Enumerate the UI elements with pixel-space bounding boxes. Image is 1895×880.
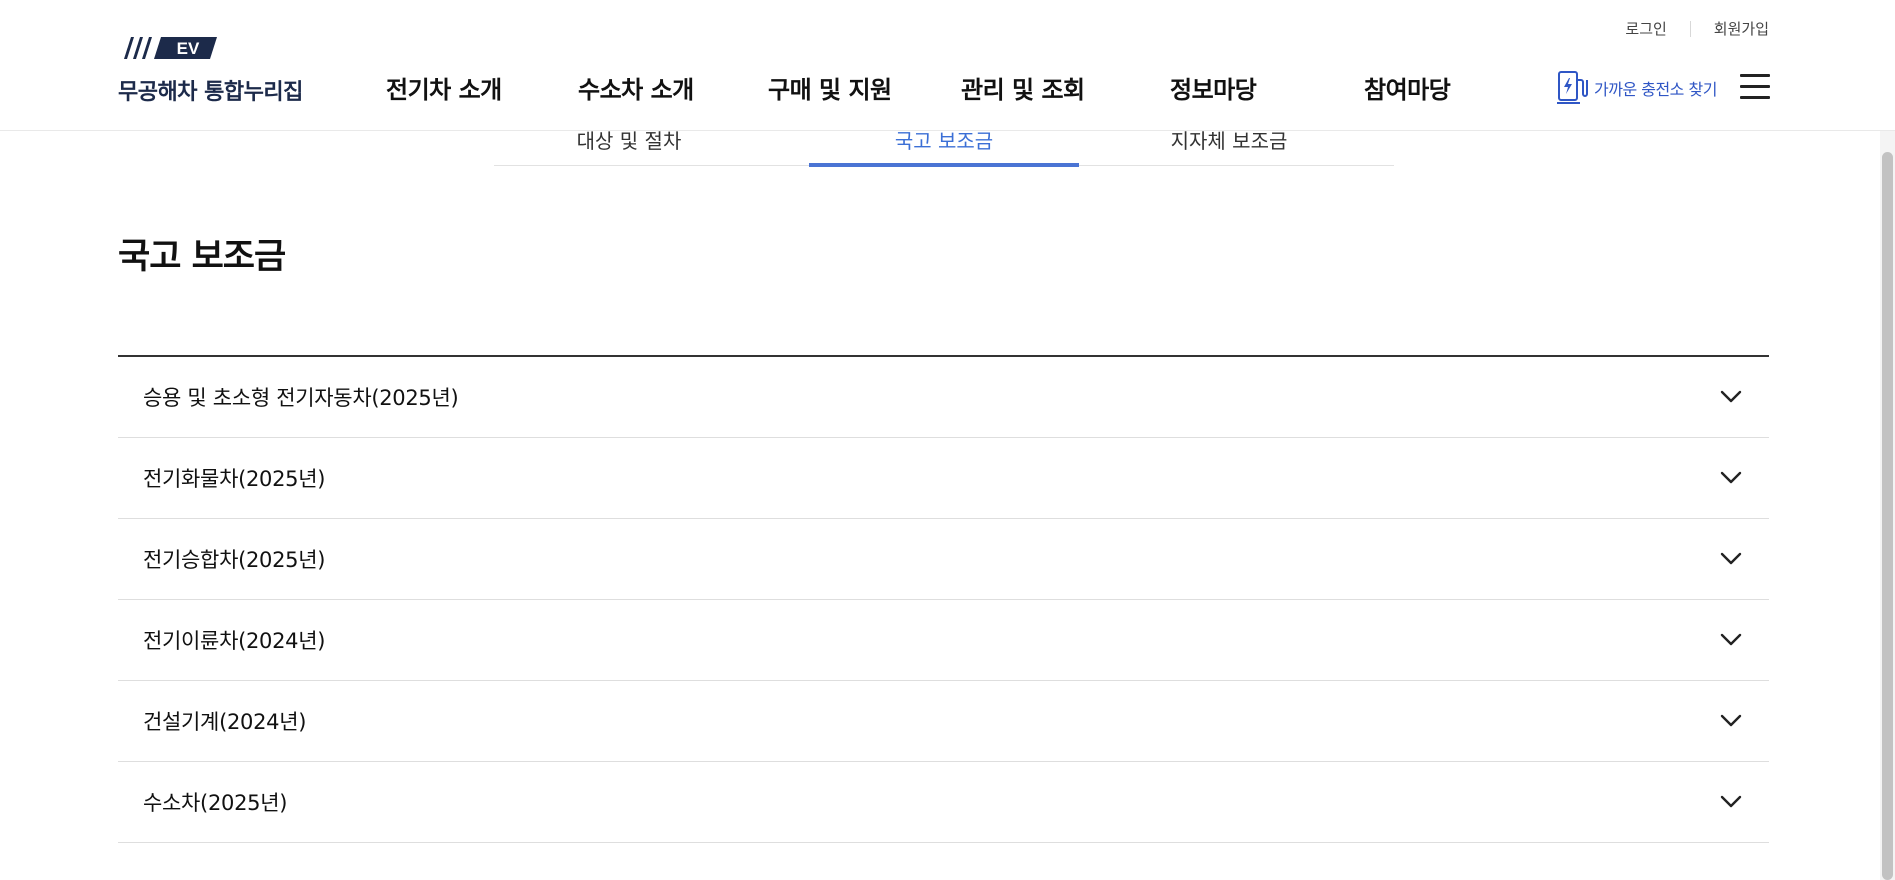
accordion-label: 승용 및 초소형 전기자동차(2025년): [143, 386, 459, 410]
nav-info[interactable]: 정보마당: [1170, 70, 1257, 105]
login-link[interactable]: 로그인: [1625, 18, 1666, 39]
chevron-down-icon: [1720, 552, 1742, 565]
accordion-item-passenger-ev[interactable]: 승용 및 초소형 전기자동차(2025년): [118, 357, 1769, 438]
site-header: EV 무공해차 통합누리집 로그인 회원가입 전기차 소개 수소차 소개 구매 …: [0, 0, 1895, 131]
accordion-item-hydrogen-vehicle[interactable]: 수소차(2025년): [118, 762, 1769, 843]
accordion-label: 전기화물차(2025년): [143, 467, 326, 491]
accordion-label: 전기승합차(2025년): [143, 548, 326, 572]
nav-hydrogen-intro[interactable]: 수소차 소개: [578, 70, 694, 105]
accordion-item-electric-truck[interactable]: 전기화물차(2025년): [118, 438, 1769, 519]
nav-purchase-support[interactable]: 구매 및 지원: [768, 70, 892, 105]
page-title: 국고 보조금: [118, 237, 286, 277]
hamburger-line: [1740, 96, 1770, 99]
nearby-charger-link[interactable]: 가까운 충전소 찾기: [1556, 70, 1717, 106]
accordion-item-electric-motorcycle[interactable]: 전기이륜차(2024년): [118, 600, 1769, 681]
subsidy-accordion: 승용 및 초소형 전기자동차(2025년) 전기화물차(2025년) 전기승합차…: [118, 355, 1769, 843]
nav-participation[interactable]: 참여마당: [1364, 70, 1451, 105]
chevron-down-icon: [1720, 471, 1742, 484]
hamburger-line: [1740, 85, 1770, 88]
scrollbar-thumb[interactable]: [1882, 152, 1893, 880]
accordion-item-construction-machinery[interactable]: 건설기계(2024년): [118, 681, 1769, 762]
accordion-item-electric-bus[interactable]: 전기승합차(2025년): [118, 519, 1769, 600]
hamburger-menu-icon: [1740, 74, 1770, 77]
chevron-down-icon: [1720, 390, 1742, 403]
nav-manage-inquiry[interactable]: 관리 및 조회: [961, 70, 1085, 105]
page-scrollbar[interactable]: [1880, 0, 1895, 880]
hamburger-menu-button[interactable]: [1740, 74, 1770, 100]
logo-badge: EV: [176, 39, 200, 58]
ev-charger-icon: [1557, 71, 1588, 104]
nav-ev-intro[interactable]: 전기차 소개: [386, 70, 502, 105]
util-divider: [1689, 20, 1691, 37]
accordion-label: 건설기계(2024년): [143, 710, 307, 734]
chevron-down-icon: [1720, 714, 1742, 727]
accordion-label: 전기이륜차(2024년): [143, 629, 326, 653]
chevron-down-icon: [1720, 633, 1742, 646]
nearby-charger-label: 가까운 충전소 찾기: [1594, 80, 1717, 99]
accordion-label: 수소차(2025년): [143, 791, 288, 815]
chevron-down-icon: [1720, 795, 1742, 808]
utility-links: 로그인 회원가입: [1625, 18, 1769, 39]
page: 대상 및 절차 국고 보조금 지자체 보조금 EV 무공해차 통합누리집 로그인…: [0, 0, 1895, 880]
signup-link[interactable]: 회원가입: [1714, 18, 1769, 39]
